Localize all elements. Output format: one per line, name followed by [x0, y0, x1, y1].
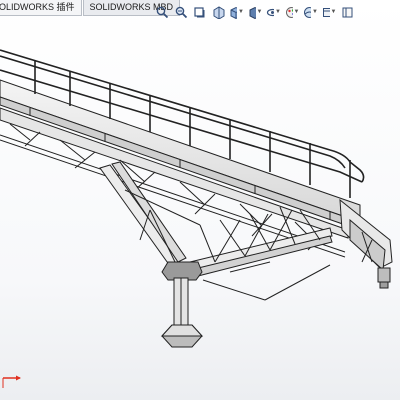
zoom-to-area-icon[interactable]: [174, 5, 189, 20]
section-view-icon[interactable]: [211, 5, 226, 20]
view-settings-icon[interactable]: ▼: [322, 5, 337, 20]
edit-appearance-icon[interactable]: ▼: [285, 5, 300, 20]
reference-triad-icon: [2, 375, 21, 388]
view-orientation-icon[interactable]: ▼: [229, 5, 244, 20]
conveyor-truss-model[interactable]: [0, 0, 400, 400]
apply-scene-icon[interactable]: ▼: [303, 5, 318, 20]
conveyor-deck: [0, 79, 361, 231]
tab-solidworks-addins[interactable]: OLIDWORKS 插件: [0, 0, 82, 16]
previous-view-icon[interactable]: [192, 5, 207, 20]
hide-show-items-icon[interactable]: ▼: [266, 5, 281, 20]
display-pane-icon[interactable]: [340, 5, 355, 20]
zoom-to-fit-icon[interactable]: [155, 5, 170, 20]
discharge-end-frame: [339, 198, 393, 289]
heads-up-view-toolbar: ▼ ▼ ▼ ▼ ▼ ▼: [155, 3, 355, 21]
command-manager-tabs: OLIDWORKS 插件 SOLIDWORKS MBD: [0, 0, 181, 16]
display-style-icon[interactable]: ▼: [248, 5, 263, 20]
main-column: [160, 261, 204, 348]
